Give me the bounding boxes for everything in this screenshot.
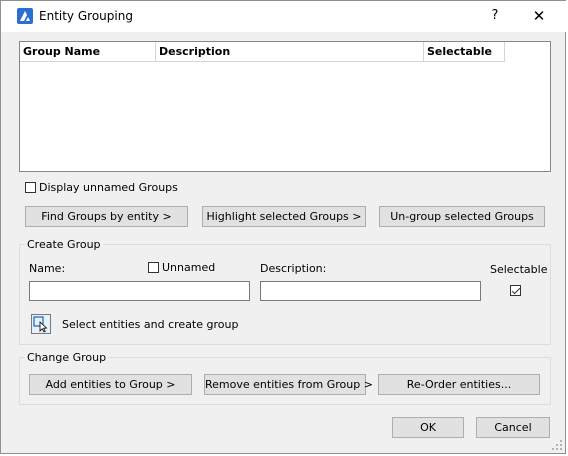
- reorder-entities-button[interactable]: Re-Order entities...: [378, 374, 540, 395]
- selectable-label: Selectable: [490, 263, 548, 276]
- select-create-label: Select entities and create group: [62, 318, 239, 331]
- name-label: Name:: [29, 262, 66, 275]
- groups-table[interactable]: Group Name Description Selectable: [19, 41, 551, 172]
- select-entities-icon[interactable]: [31, 314, 51, 334]
- cancel-button[interactable]: Cancel: [476, 417, 550, 438]
- table-header: Group Name Description Selectable: [20, 42, 520, 63]
- create-group-title: Create Group: [25, 238, 103, 251]
- name-input[interactable]: [29, 281, 250, 301]
- entity-grouping-dialog: Entity Grouping ? ✕ Group Name Descripti…: [0, 0, 567, 454]
- title-bar: Entity Grouping ? ✕: [1, 1, 567, 32]
- close-button[interactable]: ✕: [517, 2, 561, 30]
- ungroup-button[interactable]: Un-group selected Groups: [379, 206, 545, 227]
- table-body[interactable]: [20, 63, 550, 171]
- column-header-group-name[interactable]: Group Name: [20, 42, 156, 62]
- add-entities-button[interactable]: Add entities to Group >: [29, 374, 192, 395]
- display-unnamed-checkbox[interactable]: [25, 182, 36, 193]
- resize-grip-icon[interactable]: [551, 439, 563, 451]
- selectable-checkbox[interactable]: [510, 285, 521, 296]
- change-group-title: Change Group: [25, 351, 109, 364]
- help-button[interactable]: ?: [473, 2, 517, 30]
- column-header-description[interactable]: Description: [156, 42, 424, 62]
- app-logo-icon: [17, 8, 33, 24]
- window-title: Entity Grouping: [39, 9, 133, 23]
- highlight-groups-button[interactable]: Highlight selected Groups >: [202, 206, 366, 227]
- display-unnamed-label: Display unnamed Groups: [39, 181, 178, 194]
- description-input[interactable]: [260, 281, 481, 301]
- find-groups-button[interactable]: Find Groups by entity >: [25, 206, 188, 227]
- remove-entities-button[interactable]: Remove entities from Group >: [204, 374, 373, 395]
- ok-button[interactable]: OK: [392, 417, 464, 438]
- unnamed-checkbox[interactable]: [148, 262, 159, 273]
- column-header-selectable[interactable]: Selectable: [424, 42, 505, 62]
- description-label: Description:: [260, 262, 327, 275]
- unnamed-label: Unnamed: [162, 261, 216, 274]
